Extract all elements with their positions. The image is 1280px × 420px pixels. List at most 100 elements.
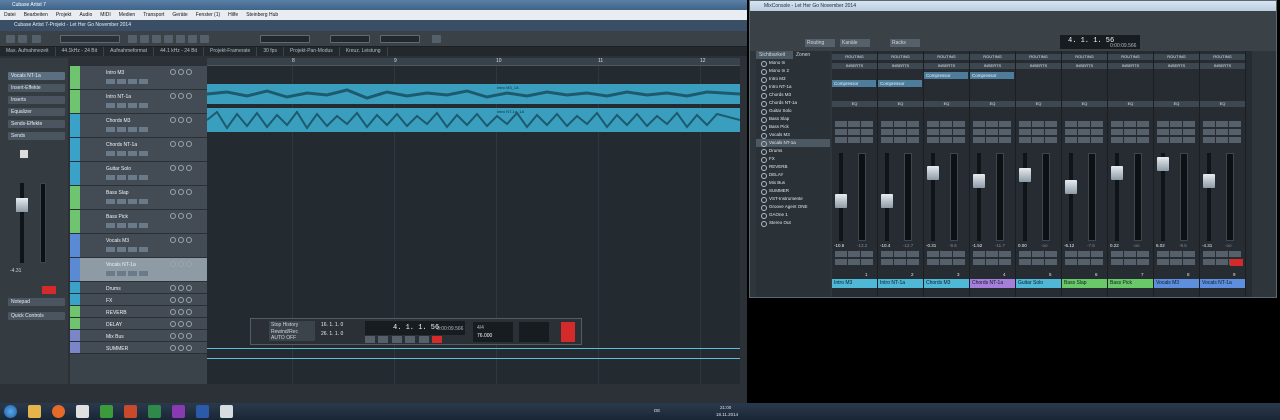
- racks-button[interactable]: Racks: [890, 39, 920, 47]
- read-button[interactable]: [835, 259, 847, 265]
- listen-button[interactable]: [861, 121, 873, 127]
- record-enable-button[interactable]: [186, 345, 192, 351]
- fader-cap[interactable]: [1065, 179, 1077, 194]
- listen-button[interactable]: [1229, 121, 1241, 127]
- solo-button[interactable]: [1170, 137, 1182, 143]
- solo-button[interactable]: [1078, 121, 1090, 127]
- menu-item[interactable]: MIDI: [100, 12, 111, 18]
- mute-tool[interactable]: [200, 35, 209, 43]
- mute-button[interactable]: [170, 93, 176, 99]
- edit-button[interactable]: [953, 251, 965, 257]
- constrain-delay-button[interactable]: [18, 35, 27, 43]
- channel-visibility-item[interactable]: Mono In: [756, 59, 830, 67]
- track-row[interactable]: SUMMER: [70, 342, 207, 354]
- mute-button[interactable]: [881, 121, 893, 127]
- edit-button[interactable]: [999, 259, 1011, 265]
- inspector-section[interactable]: Insert-Effekte: [8, 84, 65, 92]
- read-automation-button[interactable]: [106, 271, 115, 276]
- mute-button[interactable]: [170, 165, 176, 171]
- solo-button[interactable]: [178, 141, 184, 147]
- write-button[interactable]: [894, 251, 906, 257]
- mute-button[interactable]: [881, 137, 893, 143]
- read-button[interactable]: [1157, 251, 1169, 257]
- channel-visibility-item[interactable]: Drums: [756, 147, 830, 155]
- edit-button[interactable]: [128, 79, 137, 84]
- channel-visibility-item[interactable]: Chords M3: [756, 91, 830, 99]
- menu-item[interactable]: Datei: [4, 12, 16, 18]
- listen-button[interactable]: [1091, 129, 1103, 135]
- mute-button[interactable]: [1111, 137, 1123, 143]
- record-enable-button[interactable]: [186, 165, 192, 171]
- object-selection-tool[interactable]: [128, 35, 137, 43]
- mute-button[interactable]: [927, 121, 939, 127]
- solo-button[interactable]: [1170, 129, 1182, 135]
- eq-rack-label[interactable]: EQ: [1062, 101, 1107, 107]
- solo-button[interactable]: [940, 121, 952, 127]
- listen-button[interactable]: [1045, 137, 1057, 143]
- mute-button[interactable]: [170, 69, 176, 75]
- left-locator[interactable]: 16. 1. 1. 0: [321, 322, 343, 328]
- solo-button[interactable]: [178, 345, 184, 351]
- read-button[interactable]: [835, 251, 847, 257]
- mute-button[interactable]: [835, 137, 847, 143]
- mute-button[interactable]: [1065, 137, 1077, 143]
- spotify-icon[interactable]: [100, 405, 113, 418]
- solo-button[interactable]: [178, 213, 184, 219]
- read-automation-button[interactable]: [106, 247, 115, 252]
- solo-button[interactable]: [1078, 137, 1090, 143]
- inspector-record-button[interactable]: [42, 286, 56, 294]
- solo-button[interactable]: [848, 121, 860, 127]
- record-enable-button[interactable]: [186, 237, 192, 243]
- write-automation-button[interactable]: [117, 79, 126, 84]
- listen-button[interactable]: [999, 129, 1011, 135]
- solo-button[interactable]: [1032, 121, 1044, 127]
- listen-button[interactable]: [861, 129, 873, 135]
- solo-button[interactable]: [894, 121, 906, 127]
- read-button[interactable]: [927, 251, 939, 257]
- inspector-section[interactable]: Notepad: [8, 298, 65, 306]
- color-tool[interactable]: [432, 35, 441, 43]
- channel-visibility-item[interactable]: FX: [756, 155, 830, 163]
- split-tool[interactable]: [152, 35, 161, 43]
- channel-visibility-item[interactable]: Guitar Solo: [756, 107, 830, 115]
- fader-track[interactable]: [1207, 153, 1211, 241]
- read-button[interactable]: [1203, 259, 1215, 265]
- solo-button[interactable]: [848, 137, 860, 143]
- channel-visibility-item[interactable]: SUMMER: [756, 187, 830, 195]
- read-automation-button[interactable]: [106, 103, 115, 108]
- edit-button[interactable]: [1183, 251, 1195, 257]
- volume-value[interactable]: 0.22: [1110, 243, 1119, 248]
- menu-item[interactable]: Fenster (1): [196, 12, 220, 18]
- onenote-icon[interactable]: [172, 405, 185, 418]
- solo-button[interactable]: [178, 165, 184, 171]
- read-button[interactable]: [973, 259, 985, 265]
- record-enable-button[interactable]: [186, 69, 192, 75]
- inspector-section[interactable]: Equalizer: [8, 108, 65, 116]
- write-button[interactable]: [986, 251, 998, 257]
- channel-visibility-item[interactable]: Chords NT-1a: [756, 99, 830, 107]
- inserts-rack-label[interactable]: INSERTS: [970, 63, 1015, 69]
- track-row[interactable]: REVERB: [70, 306, 207, 318]
- channel-visibility-item[interactable]: Intro M3: [756, 75, 830, 83]
- listen-button[interactable]: [1091, 137, 1103, 143]
- snap-type-dropdown[interactable]: [260, 35, 310, 43]
- write-button[interactable]: [1078, 259, 1090, 265]
- volume-value[interactable]: 6.02: [1156, 243, 1165, 248]
- track-row[interactable]: Intro M3: [70, 66, 207, 90]
- edit-button[interactable]: [128, 103, 137, 108]
- read-button[interactable]: [1157, 259, 1169, 265]
- solo-button[interactable]: [1124, 137, 1136, 143]
- write-button[interactable]: [848, 259, 860, 265]
- write-button[interactable]: [1170, 259, 1182, 265]
- solo-button[interactable]: [178, 285, 184, 291]
- start-button[interactable]: [4, 405, 17, 418]
- write-automation-button[interactable]: [117, 127, 126, 132]
- channel-visibility-item[interactable]: Mix Bus: [756, 179, 830, 187]
- write-automation-button[interactable]: [117, 199, 126, 204]
- write-button[interactable]: [1124, 259, 1136, 265]
- rewind-button[interactable]: [365, 336, 375, 343]
- eq-rack-label[interactable]: EQ: [1154, 101, 1199, 107]
- channel-visibility-item[interactable]: Mono In 2: [756, 67, 830, 75]
- solo-button[interactable]: [986, 121, 998, 127]
- transport-mode-auto[interactable]: AUTO: [271, 335, 285, 341]
